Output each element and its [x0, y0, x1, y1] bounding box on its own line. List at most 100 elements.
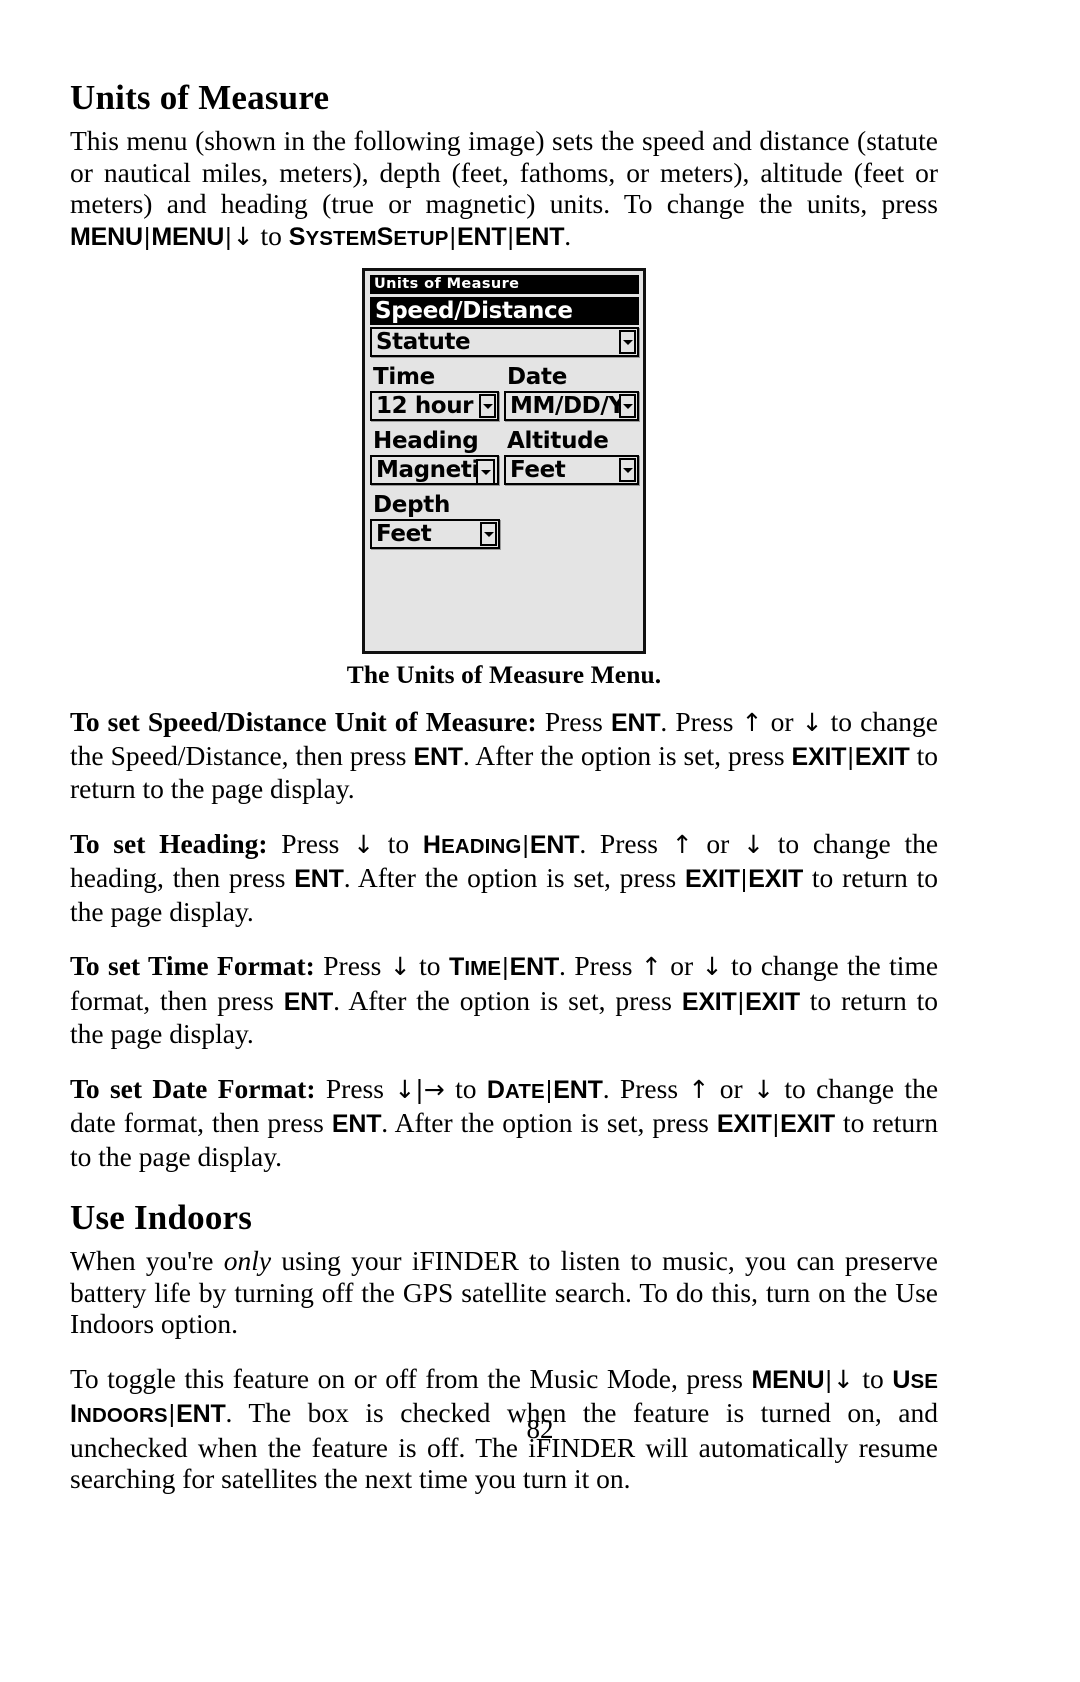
device-dropdown-date-value: MM/DD/Y	[510, 393, 625, 420]
device-label-heading: Heading	[373, 428, 479, 455]
arrow-up-icon: ↑	[640, 952, 662, 982]
key-separator: |	[415, 1074, 424, 1104]
text-run: . Press	[602, 1072, 689, 1104]
device-dropdown-time[interactable]: 12 hour	[370, 391, 500, 422]
arrow-down-icon: ↓	[753, 1074, 775, 1104]
arrow-right-icon: →	[423, 1074, 445, 1104]
text-run: . Press	[579, 827, 672, 859]
key-separator-3: |	[449, 222, 456, 251]
chevron-down-icon[interactable]	[619, 394, 636, 419]
text-run: Press	[314, 950, 390, 982]
intro-period: .	[564, 219, 572, 251]
text-run: to	[410, 950, 449, 982]
text-run: . After the option is set, press	[462, 739, 792, 771]
device-dropdown-heading[interactable]: Magnetic	[370, 455, 500, 486]
instruction-lead: To set Speed/Distance Unit of Measure:	[70, 706, 537, 738]
chevron-down-icon[interactable]	[619, 458, 636, 483]
key-ent: ENT	[529, 830, 580, 859]
chevron-down-icon[interactable]	[476, 459, 496, 486]
arrow-down-icon: ↓	[743, 829, 764, 859]
text-run: When you're	[70, 1245, 224, 1277]
menu-time-rest: IME	[464, 957, 502, 981]
key-separator: |	[825, 1365, 832, 1394]
key-exit: EXIT	[780, 1110, 835, 1139]
instruction-lead: To set Date Format:	[70, 1072, 316, 1104]
menu-heading-initial: H	[422, 830, 442, 859]
key-menu-2: MENU	[151, 222, 225, 251]
device-menu-item-speed-distance[interactable]: Speed/Distance	[370, 297, 639, 326]
device-titlebar: Units of Measure	[370, 275, 639, 295]
arrow-down-icon: ↓	[701, 952, 723, 982]
text-run: to	[853, 1362, 893, 1394]
intro-mid-text: to	[253, 219, 289, 251]
device-label-date: Date	[507, 364, 568, 391]
arrow-up-icon: ↑	[688, 1074, 710, 1104]
instruction-lead: To set Heading:	[70, 827, 268, 859]
key-ent: ENT	[294, 865, 344, 894]
chevron-down-icon[interactable]	[479, 394, 497, 419]
arrow-down-icon: ↓	[389, 952, 411, 982]
key-exit: EXIT	[716, 1110, 772, 1139]
menu-system-setup: SYSTEMSETUP	[289, 223, 449, 251]
key-separator: |	[847, 742, 854, 771]
device-screen: Units of Measure Speed/Distance Statute …	[370, 275, 639, 648]
key-ent: ENT	[413, 742, 463, 771]
instruction-speed-distance: To set Speed/Distance Unit of Measure: P…	[70, 706, 938, 805]
device-dropdown-speed-distance-value: Statute	[376, 329, 471, 356]
figure-caption: The Units of Measure Menu.	[346, 660, 662, 690]
text-run: to	[374, 827, 423, 859]
figure-units-of-measure: Units of Measure Speed/Distance Statute …	[70, 268, 938, 690]
menu-use-indoors-rest-1: SE	[910, 1369, 939, 1393]
instruction-date-format: To set Date Format: Press ↓|→ to DATE|EN…	[70, 1073, 938, 1173]
arrow-up-icon: ↑	[671, 829, 693, 859]
arrow-down-icon: ↓	[232, 221, 254, 251]
key-exit: EXIT	[791, 742, 847, 771]
key-menu-1: MENU	[70, 222, 143, 251]
text-run: . Press	[660, 706, 742, 738]
chevron-down-icon[interactable]	[619, 330, 636, 355]
device-dropdown-speed-distance[interactable]: Statute	[370, 327, 639, 358]
menu-heading-rest: EADING	[441, 834, 522, 858]
text-run: . After the option is set, press	[343, 862, 686, 894]
menu-date-rest: ATE	[505, 1079, 545, 1103]
key-exit: EXIT	[681, 987, 737, 1016]
intro-paragraph: This menu (shown in the following image)…	[70, 125, 938, 254]
text-run: or	[661, 950, 702, 982]
arrow-down-icon: ↓	[353, 829, 375, 859]
device-screenshot: Units of Measure Speed/Distance Statute …	[362, 268, 646, 655]
key-ent: ENT	[553, 1075, 603, 1104]
menu-system-setup-rest1: YSTEM	[305, 226, 377, 250]
device-dropdown-altitude[interactable]: Feet	[504, 455, 639, 486]
key-separator: |	[772, 1110, 780, 1139]
instruction-time-format: To set Time Format: Press ↓ to TIME|ENT.…	[70, 950, 938, 1050]
key-ent: ENT	[610, 709, 661, 738]
emphasis-only: only	[223, 1245, 272, 1277]
key-separator: |	[502, 953, 509, 982]
device-dropdown-depth[interactable]: Feet	[370, 519, 500, 550]
text-run: Press	[536, 706, 611, 738]
key-menu: MENU	[751, 1365, 825, 1394]
chevron-down-icon[interactable]	[480, 522, 497, 547]
menu-date: DATE	[487, 1076, 545, 1104]
page-number: 82	[526, 1414, 554, 1444]
device-dropdown-date[interactable]: MM/DD/Y	[504, 391, 639, 422]
text-run: to	[444, 1072, 487, 1104]
key-exit: EXIT	[854, 742, 910, 771]
key-ent-1: ENT	[456, 222, 507, 251]
text-run: . After the option is set, press	[333, 984, 682, 1016]
instruction-heading: To set Heading: Press ↓ to HEADING|ENT. …	[70, 828, 938, 928]
menu-system-setup-s1: S	[288, 222, 306, 251]
text-run: or	[762, 706, 802, 738]
arrow-down-icon: ↓	[801, 708, 823, 738]
key-exit: EXIT	[748, 865, 804, 894]
arrow-up-icon: ↑	[741, 708, 763, 738]
use-indoors-paragraph-1: When you're only using your iFINDER to l…	[70, 1245, 938, 1340]
arrow-down-icon: ↓	[832, 1364, 854, 1394]
device-dropdown-altitude-value: Feet	[510, 457, 566, 484]
key-ent: ENT	[509, 953, 560, 982]
key-separator-4: |	[507, 222, 514, 251]
key-exit: EXIT	[745, 987, 800, 1016]
text-run: To toggle this feature on or off from th…	[70, 1362, 752, 1394]
page-title-units-of-measure: Units of Measure	[70, 78, 330, 117]
text-run: . Press	[559, 950, 641, 982]
